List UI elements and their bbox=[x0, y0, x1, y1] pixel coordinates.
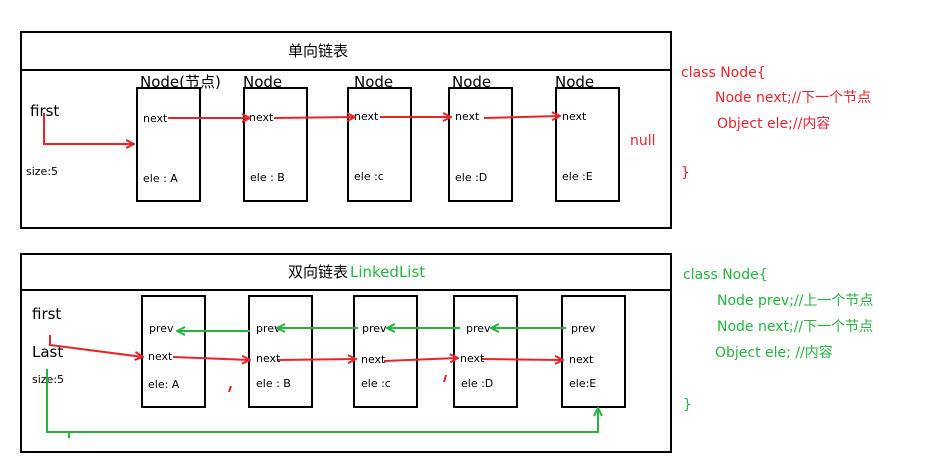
doubly-ele-field: ele:E bbox=[569, 377, 596, 390]
singly-linked-list-panel: 单向链表 first size:5 null Node(节点) Node Nod… bbox=[20, 31, 672, 229]
doubly-prev-field: prev bbox=[362, 322, 387, 335]
code-line: class Node{ bbox=[683, 267, 768, 283]
singly-next-field: next bbox=[562, 110, 587, 123]
singly-ele-field: ele :D bbox=[455, 171, 487, 184]
doubly-next-field: next bbox=[361, 353, 386, 366]
singly-ele-field: ele : A bbox=[143, 172, 178, 185]
doubly-next-arrow bbox=[481, 359, 563, 360]
doubly-size-label: size:5 bbox=[32, 373, 64, 386]
singly-node-box bbox=[555, 87, 620, 202]
doubly-node-box bbox=[353, 295, 418, 408]
doubly-ele-field: ele : B bbox=[256, 377, 291, 390]
singly-ele-field: ele :E bbox=[562, 170, 593, 183]
singly-title: 单向链表 bbox=[288, 42, 348, 60]
doubly-ele-field: ele :c bbox=[361, 377, 391, 390]
doubly-node-box bbox=[561, 295, 626, 408]
code-line: Object ele;//内容 bbox=[717, 115, 830, 132]
singly-size-label: size:5 bbox=[26, 165, 58, 178]
doubly-first-label: first bbox=[32, 305, 61, 323]
doubly-ele-field: ele: A bbox=[148, 378, 180, 391]
code-line: Node next;//下一个节点 bbox=[715, 90, 871, 106]
ink-mark bbox=[443, 374, 447, 383]
code-line: class Node{ bbox=[681, 65, 766, 81]
doubly-next-field: next bbox=[460, 352, 485, 365]
code-line: Node prev;//上一个节点 bbox=[717, 293, 873, 309]
singly-next-field: next bbox=[249, 111, 274, 124]
singly-next-arrow bbox=[273, 117, 355, 118]
singly-node-box bbox=[243, 87, 308, 202]
doubly-next-field: next bbox=[569, 353, 594, 366]
doubly-linked-list-panel: 双向链表 LinkedList first Last size:5 prev pr… bbox=[20, 253, 672, 453]
singly-next-field: next bbox=[455, 110, 480, 123]
doubly-next-field: next bbox=[256, 352, 281, 365]
code-line: } bbox=[681, 165, 690, 181]
doubly-node-class-code: class Node{ Node prev;//上一个节点 Node next;… bbox=[683, 267, 873, 413]
singly-ele-field: ele :c bbox=[354, 170, 384, 183]
singly-node-box bbox=[347, 87, 412, 202]
doubly-first-pointer-arrow bbox=[49, 335, 143, 357]
singly-next-field: next bbox=[354, 110, 379, 123]
doubly-next-field: next bbox=[148, 350, 173, 363]
singly-ele-field: ele : B bbox=[250, 171, 285, 184]
doubly-prev-field: prev bbox=[571, 322, 596, 335]
code-line: Object ele; //内容 bbox=[715, 344, 833, 361]
singly-node-class-code: class Node{ Node next;//下一个节点 Object ele… bbox=[681, 65, 871, 181]
doubly-prev-field: prev bbox=[149, 322, 174, 335]
doubly-title: 双向链表 LinkedList bbox=[288, 263, 425, 281]
singly-null-label: null bbox=[630, 133, 656, 149]
doubly-next-arrow bbox=[277, 359, 356, 360]
code-line: Node next;//下一个节点 bbox=[717, 319, 873, 335]
ink-mark bbox=[228, 385, 232, 393]
doubly-prev-field: prev bbox=[466, 322, 491, 335]
code-line: } bbox=[683, 397, 692, 413]
singly-next-field: next bbox=[143, 112, 168, 125]
doubly-ele-field: ele :D bbox=[461, 377, 493, 390]
linked-list-diagram: 单向链表 first size:5 null Node(节点) Node Nod… bbox=[20, 31, 873, 453]
singly-node-box bbox=[448, 87, 513, 202]
